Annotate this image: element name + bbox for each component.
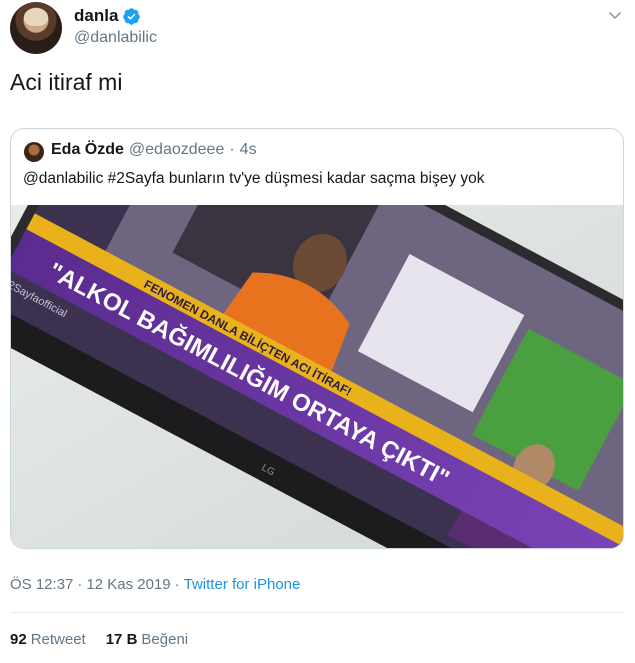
verified-badge-icon	[123, 7, 141, 25]
tweet: danla @danlabilic Aci itiraf mi Eda Özde…	[0, 0, 635, 663]
retweets-stat[interactable]: 92 Retweet	[10, 631, 86, 648]
retweets-label: Retweet	[30, 631, 86, 648]
tweet-photo[interactable]: FENOMEN DANLA BİLİÇTEN ACI İTİRAF! "ALKO…	[11, 205, 623, 548]
author-name-row[interactable]: danla	[74, 6, 141, 26]
quoted-tweet[interactable]: Eda Özde @edaozdeee · 4s @danlabilic #2S…	[10, 128, 624, 549]
tweet-meta: ÖS 12:37 · 12 Kas 2019 · Twitter for iPh…	[10, 576, 300, 593]
author-handle[interactable]: @danlabilic	[74, 29, 157, 47]
quoted-tweet-header: Eda Özde @edaozdeee · 4s	[51, 141, 257, 159]
chevron-down-icon[interactable]	[606, 6, 624, 24]
quoted-author-handle[interactable]: @edaozdeee	[129, 141, 224, 159]
tweet-date[interactable]: 12 Kas 2019	[86, 576, 170, 593]
divider	[10, 612, 624, 613]
tweet-stats: 92 Retweet 17 B Beğeni	[10, 631, 188, 648]
tweet-text: Aci itiraf mi	[10, 69, 123, 95]
author-name[interactable]: danla	[74, 6, 118, 26]
quoted-author-name[interactable]: Eda Özde	[51, 141, 124, 159]
author-avatar[interactable]	[10, 2, 62, 54]
quoted-time[interactable]: 4s	[240, 141, 257, 159]
quoted-author-avatar[interactable]	[24, 142, 44, 162]
tweet-time[interactable]: ÖS 12:37	[10, 576, 73, 593]
retweets-count: 92	[10, 631, 27, 648]
quoted-tweet-text: @danlabilic #2Sayfa bunların tv'ye düşme…	[23, 170, 485, 187]
quoted-separator: ·	[229, 141, 235, 158]
likes-count: 17 B	[105, 631, 138, 648]
likes-label: Beğeni	[141, 631, 189, 648]
likes-stat[interactable]: 17 B Beğeni	[106, 631, 188, 648]
meta-separator-2: ·	[174, 576, 180, 593]
tweet-source-link[interactable]: Twitter for iPhone	[184, 576, 301, 593]
meta-separator: ·	[77, 576, 83, 593]
